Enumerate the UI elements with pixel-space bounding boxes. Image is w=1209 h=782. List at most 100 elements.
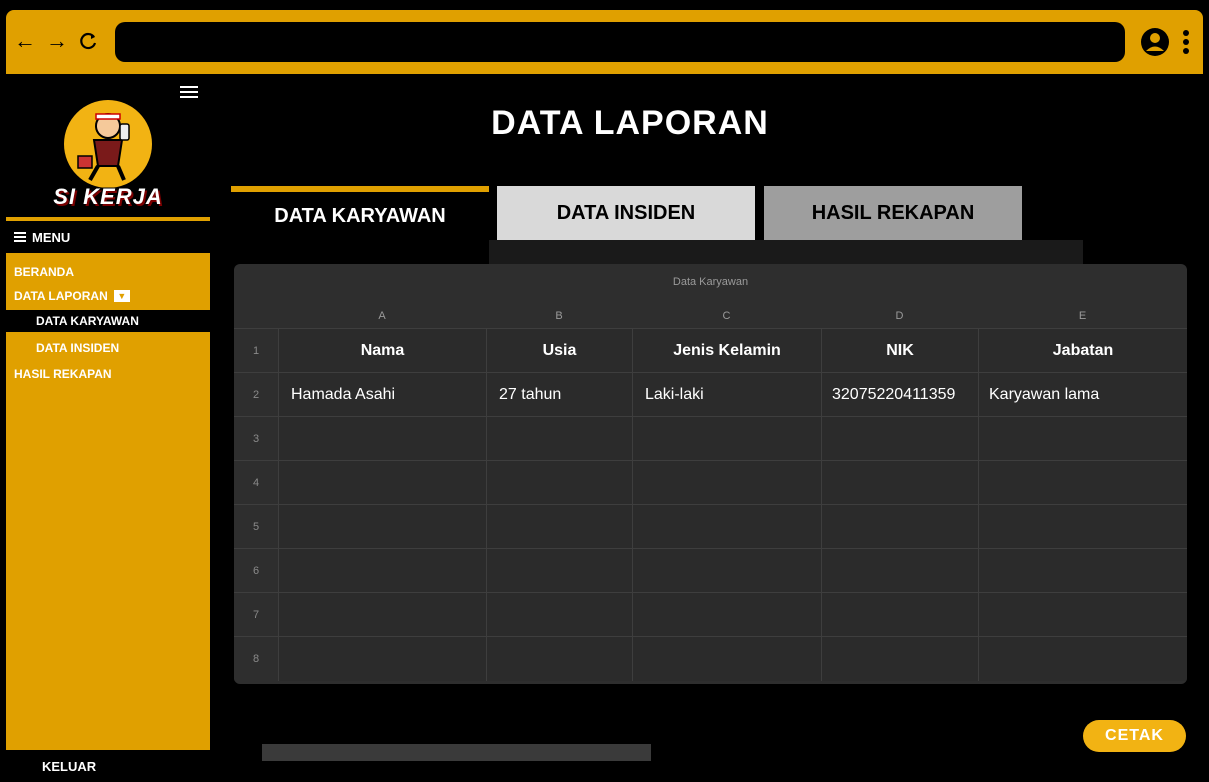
table-cell[interactable] [486,505,632,549]
table-cell[interactable] [821,637,978,681]
table-cell[interactable] [486,461,632,505]
profile-icon[interactable] [1140,27,1170,57]
row-number: 8 [234,637,278,681]
page-title: DATA LAPORAN [491,104,769,142]
tab-data-karyawan[interactable]: DATA KARYAWAN [231,186,489,241]
column-letter: C [722,310,731,322]
sidebar-item-data-karyawan[interactable]: DATA KARYAWAN [6,310,210,332]
table-cell[interactable] [486,549,632,593]
logo-mascot-icon [64,100,152,188]
tab-data-insiden[interactable]: DATA INSIDEN [497,186,755,240]
table-cell[interactable] [978,505,1187,549]
table-header-row: 1 Nama Usia Jenis Kelamin NIK Jabatan [234,328,1187,373]
row-number: 1 [234,329,278,373]
tab-label: HASIL REKAPAN [811,201,975,224]
table-cell[interactable] [821,549,978,593]
more-options-icon[interactable] [1180,27,1192,57]
row-number: 7 [234,593,278,637]
table-cell[interactable] [278,417,486,461]
sidebar-item-hasil-rekapan[interactable]: HASIL REKAPAN [6,364,210,384]
print-button[interactable]: CETAK [1083,720,1186,752]
spreadsheet: Data Karyawan A B C D E 1 Nama Usia Jeni… [234,264,1187,684]
sidebar: SI KERJA MENU BERANDA DATA LAPORAN ▼ DAT… [6,74,210,782]
address-bar[interactable] [115,22,1125,62]
table-cell[interactable] [278,505,486,549]
table-cell[interactable] [278,637,486,681]
sidebar-item-label: DATA INSIDEN [36,341,120,355]
table-header-cell[interactable]: Nama [278,329,486,373]
tab-hasil-rekapan[interactable]: HASIL REKAPAN [764,186,1022,240]
column-letter: D [895,310,904,322]
browser-chrome: ← → [0,0,1209,74]
table-cell[interactable] [278,593,486,637]
tab-label: DATA KARYAWAN [274,205,446,227]
table-cell[interactable] [821,461,978,505]
table-row: 7 [234,592,1187,637]
logout-button[interactable]: KELUAR [6,750,210,782]
sidebar-item-beranda[interactable]: BERANDA [6,262,210,282]
table-cell[interactable] [632,593,821,637]
menu-icon [14,232,26,242]
table-cell[interactable] [978,417,1187,461]
table-row: 8 [234,636,1187,681]
print-button-label: CETAK [1105,727,1164,744]
table-cell[interactable] [978,549,1187,593]
table-cell[interactable]: 32075220411359 [821,373,978,417]
table-cell[interactable]: Karyawan lama [978,373,1187,417]
table-row: 3 [234,416,1187,461]
table-cell[interactable] [632,637,821,681]
forward-icon[interactable]: → [46,28,68,54]
table-cell[interactable] [821,417,978,461]
table-cell[interactable]: Laki-laki [632,373,821,417]
column-letter: A [378,310,386,322]
table-cell[interactable] [486,417,632,461]
chevron-down-icon[interactable]: ▼ [113,290,130,302]
sidebar-item-label: HASIL REKAPAN [14,367,112,381]
back-icon[interactable]: ← [14,28,36,54]
row-number: 4 [234,461,278,505]
table-row: 2 Hamada Asahi 27 tahun Laki-laki 320752… [234,372,1187,417]
table-cell[interactable]: 27 tahun [486,373,632,417]
table-header-cell[interactable]: Jabatan [978,329,1187,373]
table-cell[interactable] [632,417,821,461]
logo-text: SI KERJA [53,184,163,209]
table-cell[interactable] [632,549,821,593]
menu-label: MENU [32,229,71,245]
table-cell[interactable] [278,461,486,505]
table-header-cell[interactable]: Jenis Kelamin [632,329,821,373]
sidebar-item-data-laporan[interactable]: DATA LAPORAN ▼ [6,286,210,306]
horizontal-scrollbar[interactable] [262,744,651,761]
table-row: 6 [234,548,1187,593]
row-number: 3 [234,417,278,461]
row-number: 6 [234,549,278,593]
sidebar-item-label: BERANDA [14,265,74,279]
table-cell[interactable]: Hamada Asahi [278,373,486,417]
logout-label: KELUAR [42,758,97,774]
table-header-cell[interactable]: Usia [486,329,632,373]
sidebar-item-label: DATA KARYAWAN [36,314,139,328]
reload-icon[interactable] [78,28,100,57]
table-cell[interactable] [978,637,1187,681]
table-cell[interactable] [278,549,486,593]
table-cell[interactable] [978,593,1187,637]
tab-label: DATA INSIDEN [556,201,696,224]
sidebar-item-label: DATA LAPORAN [14,289,108,303]
table-cell[interactable] [978,461,1187,505]
sidebar-item-data-insiden[interactable]: DATA INSIDEN [6,338,210,358]
table-row: 4 [234,460,1187,505]
column-letter: E [1078,310,1087,322]
table-cell[interactable] [821,505,978,549]
sheet-title: Data Karyawan [672,276,749,288]
hamburger-icon[interactable] [180,86,198,98]
menu-header: MENU [6,221,210,253]
logo-area: SI KERJA [6,74,210,217]
table-cell[interactable] [632,505,821,549]
tab-strip [489,240,1083,264]
column-letter: B [555,310,563,322]
table-cell[interactable] [486,593,632,637]
table-cell[interactable] [821,593,978,637]
row-number: 5 [234,505,278,549]
table-header-cell[interactable]: NIK [821,329,978,373]
table-cell[interactable] [486,637,632,681]
table-cell[interactable] [632,461,821,505]
